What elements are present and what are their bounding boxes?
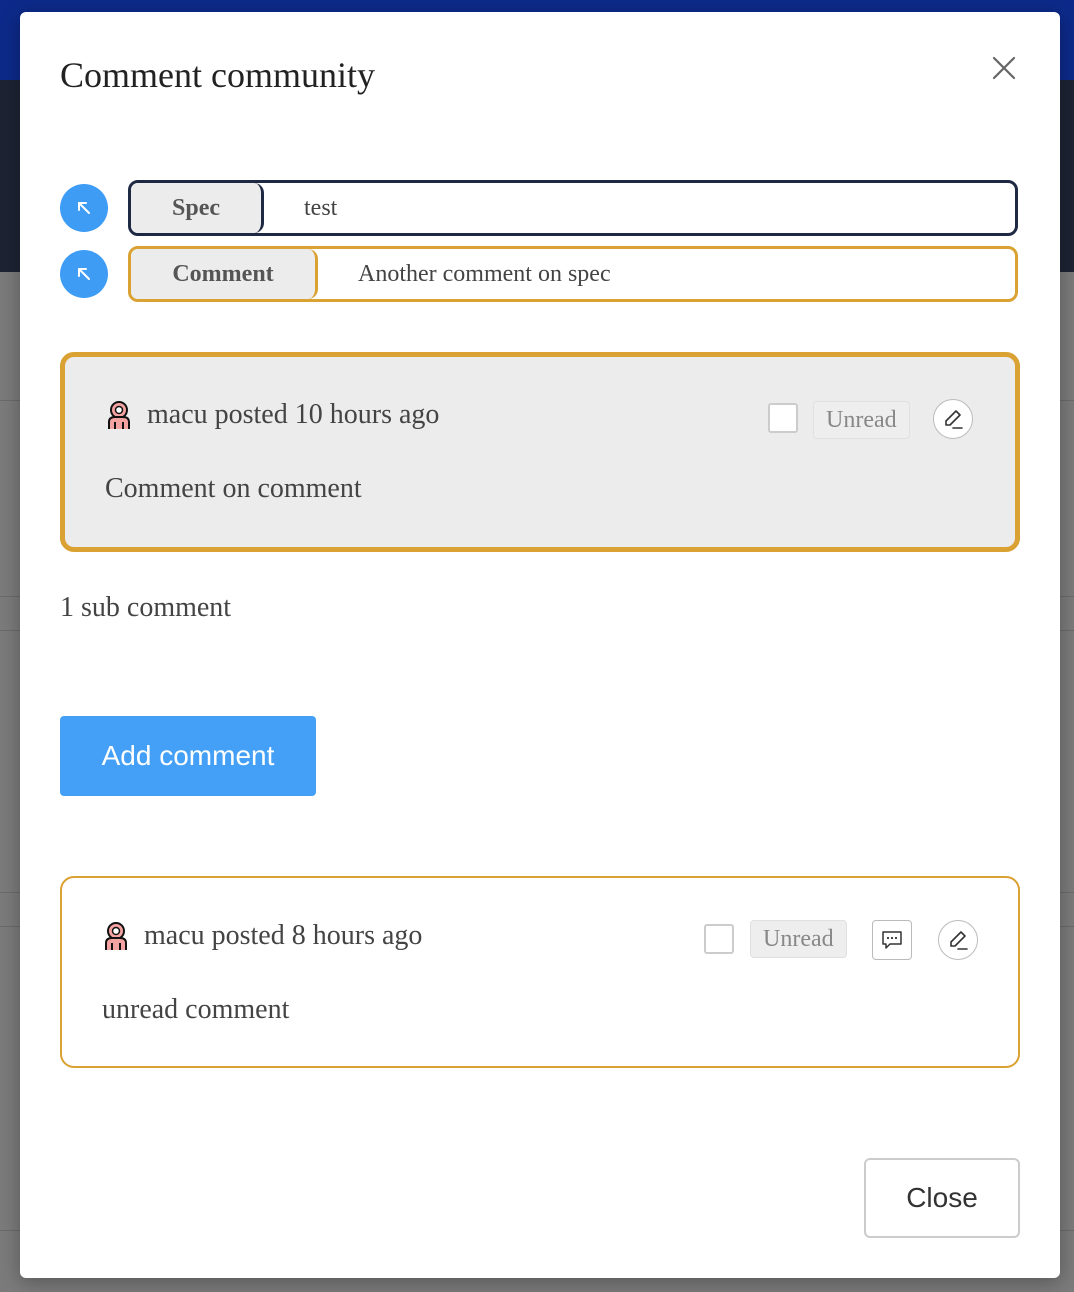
edit-button[interactable] bbox=[938, 920, 978, 960]
close-icon[interactable] bbox=[986, 50, 1022, 86]
sub-comment-count: 1 sub comment bbox=[60, 592, 232, 623]
comment-author: macu posted 10 hours ago bbox=[105, 399, 439, 431]
unread-badge: Unread bbox=[750, 920, 847, 958]
breadcrumb-comment-link[interactable]: Comment Another comment on spec bbox=[128, 246, 1018, 302]
breadcrumb-text: Another comment on spec bbox=[358, 260, 611, 287]
close-button[interactable]: Close bbox=[864, 1158, 1020, 1238]
mark-read-checkbox[interactable] bbox=[704, 924, 734, 954]
user-avatar-icon bbox=[108, 401, 130, 429]
add-comment-button[interactable]: Add comment bbox=[60, 716, 316, 796]
breadcrumb-tag: Spec bbox=[131, 183, 264, 233]
comment-body: unread comment bbox=[102, 994, 290, 1025]
arrow-up-left-icon[interactable] bbox=[60, 184, 108, 232]
unread-badge: Unread bbox=[813, 401, 910, 439]
pencil-icon bbox=[950, 931, 968, 950]
comment-author-line: macu posted 10 hours ago bbox=[147, 399, 440, 430]
breadcrumb-text: test bbox=[304, 194, 338, 221]
pencil-icon bbox=[945, 410, 963, 429]
arrow-up-left-icon[interactable] bbox=[60, 250, 108, 298]
modal-title: Comment community bbox=[60, 55, 375, 95]
edit-button[interactable] bbox=[933, 399, 973, 439]
breadcrumb-comment: Comment Another comment on spec bbox=[60, 246, 1020, 302]
comment-card: macu posted 8 hours ago Unread unread co… bbox=[60, 876, 1020, 1068]
reply-button[interactable] bbox=[872, 920, 912, 960]
speech-bubble-icon bbox=[882, 931, 902, 949]
breadcrumb-spec: Spec test bbox=[60, 180, 1020, 236]
comment-author: macu posted 8 hours ago bbox=[102, 920, 422, 952]
comment-author-line: macu posted 8 hours ago bbox=[144, 920, 423, 951]
breadcrumb-spec-link[interactable]: Spec test bbox=[128, 180, 1018, 236]
breadcrumb-tag: Comment bbox=[131, 249, 318, 299]
mark-read-checkbox[interactable] bbox=[768, 403, 798, 433]
comment-community-modal: Comment community Spec test Comment Anot… bbox=[20, 12, 1060, 1278]
active-comment-card: macu posted 10 hours ago Unread Comment … bbox=[60, 352, 1020, 552]
user-avatar-icon bbox=[105, 922, 127, 950]
comment-body: Comment on comment bbox=[105, 473, 362, 504]
